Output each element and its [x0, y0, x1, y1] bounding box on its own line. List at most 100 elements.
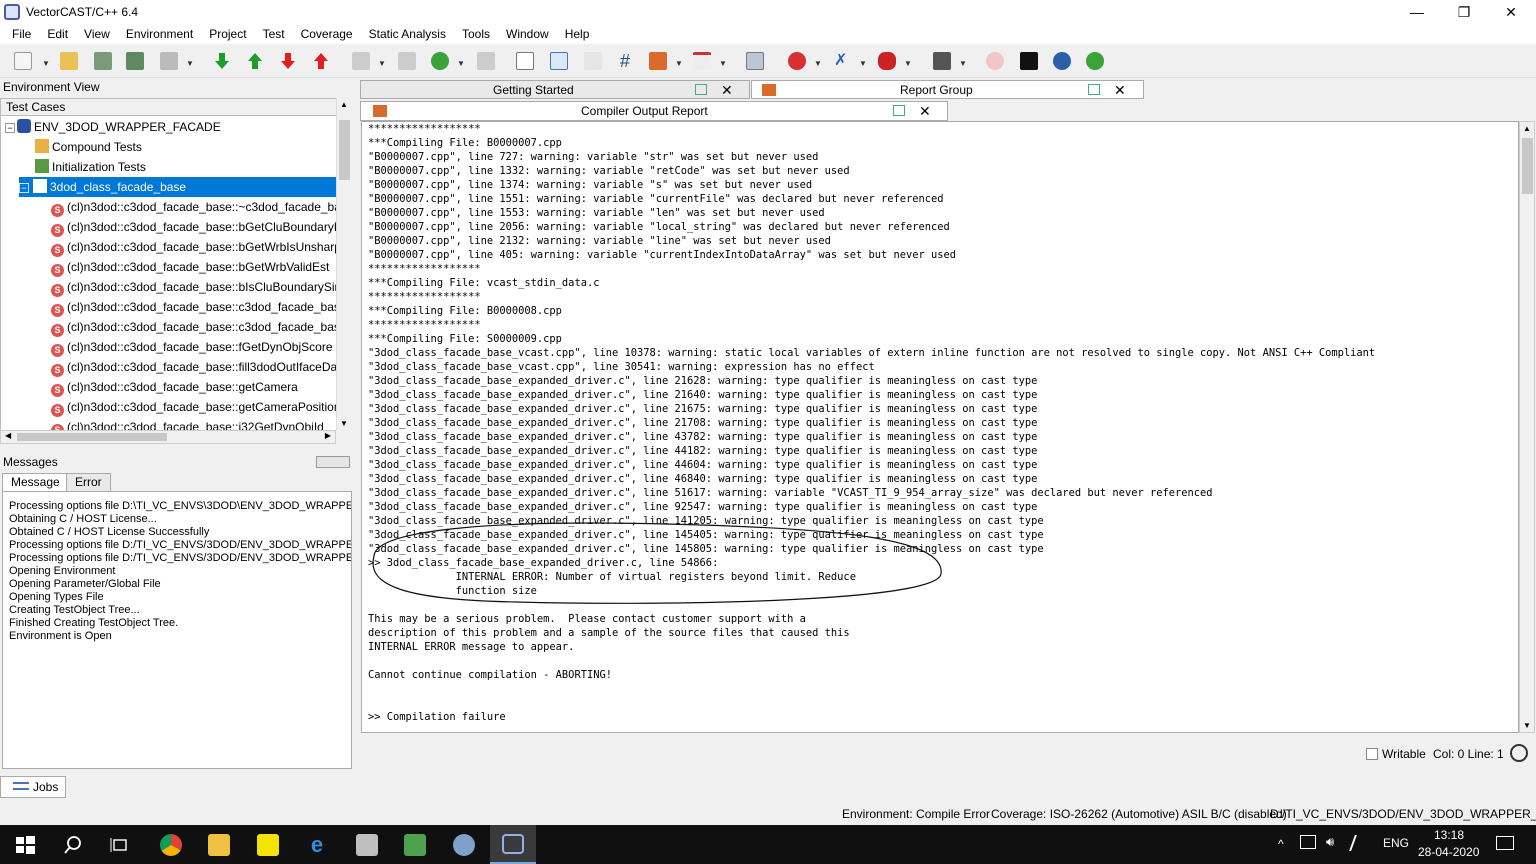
menu-tools[interactable]: Tools: [454, 27, 498, 41]
arrow-up-red-icon[interactable]: [312, 52, 330, 70]
sync-icon[interactable]: [1510, 744, 1528, 762]
tree-subprogram[interactable]: S (cl)n3dod::c3dod_facade_base::c3dod_fac…: [51, 297, 336, 317]
close-tab-icon[interactable]: ✕: [721, 81, 733, 99]
probe-icon[interactable]: [477, 52, 495, 70]
tree-subprogram[interactable]: S (cl)n3dod::c3dod_facade_base::fGetDynOb…: [51, 337, 333, 357]
tab-report-group[interactable]: Report Group ✕: [751, 80, 1144, 99]
tree-subprogram[interactable]: S (cl)n3dod::c3dod_facade_base::bGetWrbIs…: [51, 237, 336, 257]
chevron-down-icon[interactable]: ▼: [42, 59, 50, 68]
chevron-down-icon[interactable]: ▼: [457, 59, 465, 68]
arrow-down-red-icon[interactable]: [279, 52, 297, 70]
scroll-right-icon[interactable]: ▶: [325, 431, 331, 440]
tree-subprogram[interactable]: S (cl)n3dod::c3dod_facade_base::getCamera…: [51, 397, 336, 417]
task-view-icon[interactable]: [109, 834, 131, 856]
menu-help[interactable]: Help: [557, 27, 598, 41]
tree-subprogram[interactable]: S (cl)n3dod::c3dod_facade_base::~c3dod_fa…: [51, 197, 336, 217]
output-vertical-scrollbar[interactable]: ▲ ▼: [1519, 121, 1535, 733]
chevron-down-icon[interactable]: ▼: [904, 59, 912, 68]
detach-icon[interactable]: [1088, 84, 1100, 95]
tree-horizontal-scrollbar[interactable]: ◀ ▶: [0, 430, 336, 444]
tree-subprogram[interactable]: S (cl)n3dod::c3dod_facade_base::getCamera: [51, 377, 298, 397]
tab-error[interactable]: Error: [66, 473, 111, 491]
chevron-down-icon[interactable]: ▼: [378, 59, 386, 68]
volume-icon[interactable]: 🔊︎: [1326, 834, 1334, 850]
search-icon[interactable]: [62, 834, 84, 856]
tree-subprogram[interactable]: S (cl)n3dod::c3dod_facade_base::bGetWrbVa…: [51, 257, 329, 277]
collapse-icon[interactable]: −: [19, 183, 29, 193]
scroll-thumb[interactable]: [339, 120, 350, 180]
close-tab-icon[interactable]: ✕: [1114, 81, 1126, 99]
check-icon[interactable]: [878, 52, 896, 70]
detach-icon[interactable]: [893, 105, 905, 116]
scroll-down-icon[interactable]: ▼: [340, 419, 348, 428]
menu-edit[interactable]: Edit: [39, 27, 76, 41]
menu-file[interactable]: File: [4, 27, 39, 41]
menu-project[interactable]: Project: [201, 27, 254, 41]
scroll-up-icon[interactable]: ▲: [340, 100, 348, 109]
find-icon[interactable]: [746, 52, 764, 70]
internet-explorer-icon[interactable]: e: [306, 834, 328, 856]
tree-subprogram[interactable]: S (cl)n3dod::c3dod_facade_base::bGetCluBo…: [51, 217, 336, 237]
chevron-down-icon[interactable]: ▼: [959, 59, 967, 68]
menu-test[interactable]: Test: [255, 27, 293, 41]
chrome-icon[interactable]: [160, 834, 182, 856]
static-analysis-icon[interactable]: [788, 52, 806, 70]
save-icon[interactable]: [94, 52, 112, 70]
notifications-icon[interactable]: [1496, 836, 1514, 850]
terminal-icon[interactable]: [1020, 52, 1038, 70]
tree-icon[interactable]: [584, 52, 602, 70]
maximize-button[interactable]: ❐: [1441, 0, 1487, 24]
paste-icon[interactable]: [398, 52, 416, 70]
tray-chevron-up-icon[interactable]: ^: [1278, 837, 1284, 851]
tab-message[interactable]: Message: [2, 473, 69, 491]
play-icon[interactable]: [933, 52, 951, 70]
hash-icon[interactable]: #: [616, 52, 634, 70]
chevron-down-icon[interactable]: ▼: [675, 59, 683, 68]
paint-icon[interactable]: [453, 834, 475, 856]
chevron-down-icon[interactable]: ▼: [814, 59, 822, 68]
tree-item-unit[interactable]: − 3dod_class_facade_base: [19, 177, 336, 197]
writable-checkbox[interactable]: [1366, 748, 1378, 760]
arrow-down-green-icon[interactable]: [213, 52, 231, 70]
minimize-button[interactable]: —: [1394, 0, 1440, 24]
chevron-down-icon[interactable]: ▼: [859, 59, 867, 68]
tree-subprogram[interactable]: S (cl)n3dod::c3dod_facade_base::c3dod_fac…: [51, 317, 336, 337]
scroll-down-icon[interactable]: ▼: [1523, 721, 1531, 730]
menu-static-analysis[interactable]: Static Analysis: [361, 27, 454, 41]
save-all-icon[interactable]: [126, 52, 144, 70]
scroll-up-icon[interactable]: ▲: [1523, 124, 1531, 133]
execute-icon[interactable]: [431, 52, 449, 70]
windows-start-icon[interactable]: [14, 834, 36, 856]
tree-root[interactable]: − ENV_3DOD_WRAPPER_FACADE: [5, 117, 221, 137]
test-cases-header[interactable]: Test Cases: [0, 98, 352, 116]
report-icon[interactable]: [693, 52, 711, 70]
network-icon[interactable]: [1300, 835, 1316, 849]
language-indicator[interactable]: ENG: [1383, 836, 1409, 850]
coverage-icon[interactable]: [649, 52, 667, 70]
jobs-tab[interactable]: Jobs: [0, 776, 66, 798]
arrow-up-green-icon[interactable]: [246, 52, 264, 70]
compiler-output[interactable]: ****************** ***Compiling File: B00…: [361, 121, 1519, 733]
chevron-down-icon[interactable]: ▼: [186, 59, 194, 68]
panel-toggle-button[interactable]: [316, 456, 350, 468]
window-icon[interactable]: [550, 52, 568, 70]
notepad-plus-icon[interactable]: [404, 834, 426, 856]
checklist-icon[interactable]: [516, 52, 534, 70]
insert-test-icon[interactable]: [352, 52, 370, 70]
tree-subprogram[interactable]: S (cl)n3dod::c3dod_facade_base::i32GetDyn…: [51, 417, 324, 430]
virtualbox-icon[interactable]: [356, 834, 378, 856]
stop-icon[interactable]: [986, 52, 1004, 70]
scroll-thumb[interactable]: [17, 433, 167, 441]
tree-item-compound[interactable]: Compound Tests: [35, 137, 142, 157]
menu-environment[interactable]: Environment: [118, 27, 201, 41]
detach-icon[interactable]: [695, 84, 707, 95]
vectorcast-taskbar-item[interactable]: [490, 825, 536, 864]
new-icon[interactable]: [14, 52, 32, 70]
collapse-icon[interactable]: −: [5, 123, 15, 133]
tab-getting-started[interactable]: Getting Started ✕: [360, 80, 750, 99]
scroll-thumb[interactable]: [1522, 138, 1533, 194]
menu-view[interactable]: View: [76, 27, 118, 41]
gear-icon[interactable]: [1053, 52, 1071, 70]
tree-subprogram[interactable]: S (cl)n3dod::c3dod_facade_base::bIsCluBou…: [51, 277, 336, 297]
add-icon[interactable]: [1086, 52, 1104, 70]
